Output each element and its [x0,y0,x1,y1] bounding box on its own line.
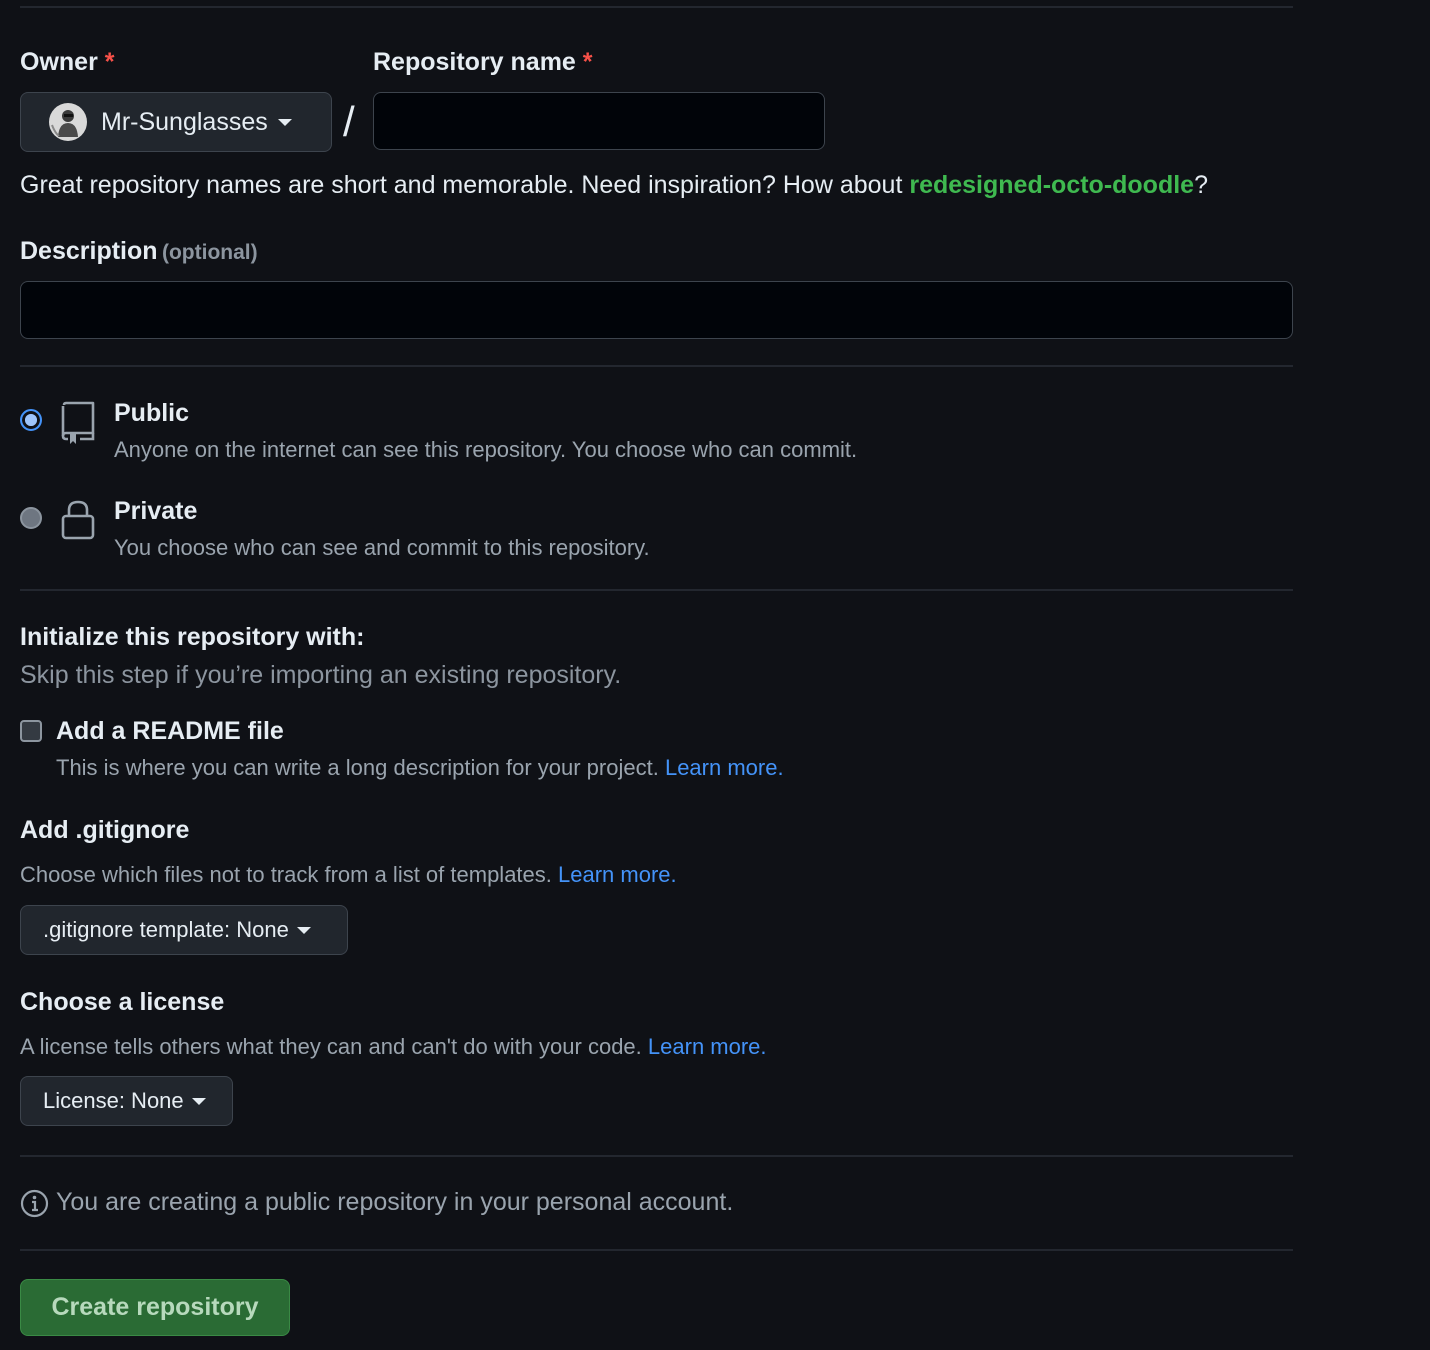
name-suggestion: Great repository names are short and mem… [20,171,1208,200]
create-repository-button[interactable]: Create repository [20,1279,290,1336]
readme-description: This is where you can write a long descr… [56,755,784,781]
info-icon [20,1189,49,1223]
repo-name-label: Repository name * [373,48,593,77]
description-optional-hint: (optional) [161,241,258,264]
gitignore-description: Choose which files not to track from a l… [20,862,677,888]
chevron-down-icon [191,1097,206,1105]
owner-label: Owner * [20,48,114,77]
lock-icon [60,499,96,546]
owner-required-mark: * [104,48,115,76]
license-learn-more-link[interactable]: Learn more. [648,1034,767,1059]
readme-checkbox[interactable] [20,720,42,742]
gitignore-description-text: Choose which files not to track from a l… [20,862,559,887]
chevron-down-icon [277,118,292,126]
owner-repo-separator: / [343,98,355,145]
readme-description-text: This is where you can write a long descr… [56,755,665,780]
license-label: License: None [43,1088,184,1113]
repo-name-input[interactable] [373,92,825,150]
suggested-name-link[interactable]: redesigned-octo-doodle [909,171,1194,199]
license-description-text: A license tells others what they can and… [20,1034,648,1059]
avatar [49,103,87,141]
top-divider [20,6,1293,8]
readme-learn-more-link[interactable]: Learn more. [665,755,784,780]
gitignore-heading: Add .gitignore [20,816,190,844]
description-input[interactable] [20,281,1293,339]
gitignore-template-dropdown[interactable]: .gitignore template: None [20,905,348,955]
public-radio[interactable] [20,409,42,431]
repo-icon [60,401,96,450]
license-description: A license tells others what they can and… [20,1034,767,1060]
section-divider-2 [20,589,1293,591]
gitignore-template-label: .gitignore template: None [43,917,289,942]
repo-name-label-text: Repository name [373,48,576,76]
chevron-down-icon [296,926,311,934]
public-description: Anyone on the internet can see this repo… [114,437,858,462]
private-radio[interactable] [20,507,42,529]
private-title: Private [114,497,198,525]
license-heading: Choose a license [20,988,225,1016]
owner-label-text: Owner [20,48,98,76]
license-dropdown[interactable]: License: None [20,1076,233,1126]
visibility-notice: You are creating a public repository in … [56,1188,734,1216]
initialize-subtitle: Skip this step if you’re importing an ex… [20,661,622,689]
public-title: Public [114,399,190,427]
repo-name-required-mark: * [582,48,593,76]
section-divider-1 [20,365,1293,367]
private-description: You choose who can see and commit to thi… [114,535,650,560]
owner-dropdown[interactable]: Mr-Sunglasses [20,92,332,152]
gitignore-learn-more-link[interactable]: Learn more. [558,862,677,887]
readme-label: Add a README file [56,717,284,745]
section-divider-4 [20,1249,1293,1251]
suggestion-text: Great repository names are short and mem… [20,171,910,199]
description-label-text: Description [20,237,158,265]
suggestion-question-mark: ? [1194,171,1208,199]
section-divider-3 [20,1155,1293,1157]
owner-name: Mr-Sunglasses [101,107,268,136]
initialize-heading: Initialize this repository with: [20,623,365,651]
description-label: Description (optional) [20,237,258,266]
